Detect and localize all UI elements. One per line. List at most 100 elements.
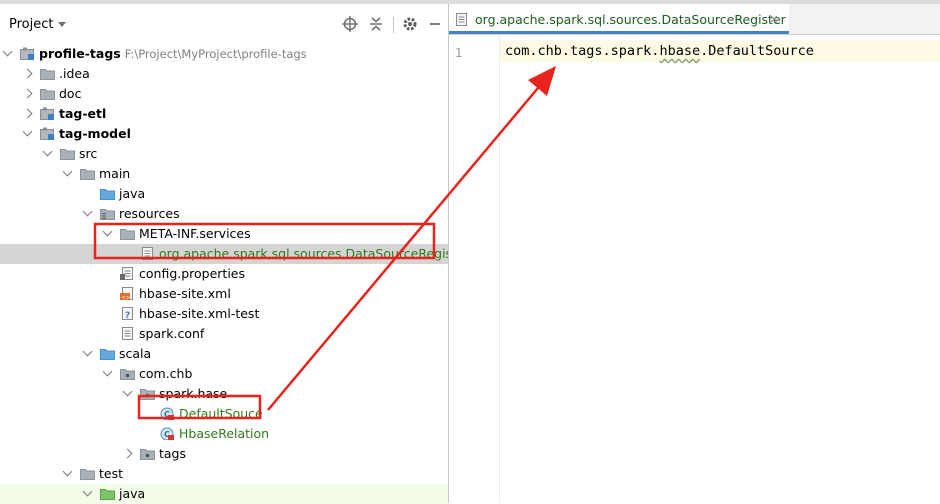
code-line[interactable]: com.chb.tags.spark.hbase.DefaultSource [505,43,814,59]
chevron-right-icon[interactable] [22,68,33,79]
folder-icon [120,229,135,240]
tree-item-label: DefaultSouce [179,406,263,421]
tree-row[interactable]: org.apache.spark.sql.sources.DataSourceR… [0,244,470,264]
text-file-icon [122,327,133,340]
tree-row[interactable]: spark.conf [0,324,448,344]
tree-row[interactable]: java [0,184,448,204]
tree-item-label: tags [159,446,186,461]
tree-item-text: doc [59,86,82,101]
tree-row[interactable]: doc [0,84,448,104]
tree-item-text: tags [159,446,187,461]
tree-item-label: resources [119,206,180,221]
tree-row[interactable]: META-INF.services [0,224,448,244]
chevron-down-icon[interactable] [82,346,93,357]
tree-row[interactable]: .idea [0,64,448,84]
tree-item-label: config.properties [139,266,245,281]
text-file-icon [142,247,153,260]
tree-row[interactable]: C HbaseRelation [0,424,448,444]
tree-item-text: HbaseRelation [179,426,270,441]
chevron-down-icon[interactable] [62,466,73,477]
folder-icon [80,169,95,180]
chevron-down-icon[interactable] [82,206,93,217]
module-icon [40,107,54,120]
chevron-down-icon[interactable] [22,126,33,137]
tree-item-label: java [119,486,145,501]
chevron-down-icon[interactable] [58,22,66,27]
tree-row[interactable]: <> hbase-site.xml [0,284,448,304]
tree-item-label: HbaseRelation [179,426,269,441]
package-icon [140,449,155,460]
hide-icon[interactable] [426,15,444,33]
code-text-post: .DefaultSource [700,43,814,59]
tree-row[interactable]: C DefaultSouce [0,404,448,424]
scala-class-icon: C [160,407,174,420]
chevron-down-icon[interactable] [42,146,53,157]
tree-item-text: tag-model [59,126,131,141]
module-icon [20,47,34,60]
module-icon [40,127,54,140]
tree-item-label: hbase-site.xml [139,286,231,301]
tree-item-label: META-INF.services [139,226,251,241]
tree-item-label: tag-etl [59,106,106,121]
package-icon [120,369,135,380]
editor-tab[interactable]: org.apache.spark.sql.sources.DataSourceR… [449,4,789,34]
folder-icon [40,69,55,80]
locate-icon[interactable] [341,15,359,33]
toolbar-separator [393,17,394,33]
chevron-down-icon[interactable] [82,486,93,497]
tree-item-text: src [79,146,98,161]
tree-item-text: java [119,186,146,201]
tree-item-label: org.apache.spark.sql.sources.DataSourceR… [159,246,470,261]
tree-row[interactable]: ? hbase-site.xml-test [0,304,448,324]
chevron-right-icon[interactable] [22,108,33,119]
chevron-down-icon[interactable] [2,46,13,57]
project-path: F:\Project\MyProject\profile-tags [124,47,307,61]
tree-item-label: .idea [59,66,90,81]
tree-row[interactable]: com.chb [0,364,448,384]
tree-row[interactable]: spark.hase [0,384,448,404]
tree-item-text: org.apache.spark.sql.sources.DataSourceR… [159,246,470,261]
collapse-icon[interactable] [367,15,385,33]
editor-tab-bar: org.apache.spark.sql.sources.DataSourceR… [449,4,940,35]
tree-row[interactable]: tags [0,444,448,464]
text-file-icon [456,13,467,26]
tree-item-text: hbase-site.xml [139,286,231,301]
chevron-right-icon[interactable] [22,88,33,99]
tree-row[interactable]: profile-tags F:\Project\MyProject\profile… [0,44,448,64]
project-panel: Project profile-tags F:\Project\MyProject… [0,4,470,504]
tree-item-text: profile-tags [39,46,121,61]
tree-row[interactable]: java [0,484,448,504]
project-title[interactable]: Project [9,17,53,32]
unknown-file-icon: ? [122,307,133,320]
tree-row[interactable]: tag-etl [0,104,448,124]
chevron-down-icon[interactable] [62,166,73,177]
test-source-folder-icon [100,489,115,500]
chevron-right-icon[interactable] [122,448,133,459]
chevron-down-icon[interactable] [122,386,133,397]
tree-item-text: config.properties [139,266,246,281]
code-text-typo: hbase [659,43,701,59]
tree-item-label: tag-model [59,126,131,141]
gear-icon[interactable] [401,15,419,33]
code-text-pre: com.chb.tags.spark. [505,43,660,59]
tree-row[interactable]: scala [0,344,448,364]
tree-row[interactable]: main [0,164,448,184]
editor-panel: org.apache.spark.sql.sources.DataSourceR… [449,4,940,503]
editor-tab-label: org.apache.spark.sql.sources.DataSourceR… [475,12,786,27]
tree-item-text: hbase-site.xml-test [139,306,260,321]
tree-item-text: main [99,166,131,181]
tree-row[interactable]: test [0,464,448,484]
tree-item-text: META-INF.services [139,226,251,241]
tree-item-text: resources [119,206,180,221]
tree-row[interactable]: tag-model [0,124,448,144]
tree-item-text: spark.hase [159,386,228,401]
chevron-down-icon[interactable] [102,366,113,377]
tree-item-label: spark.hase [159,386,227,401]
tree-row[interactable]: src [0,144,448,164]
tree-row[interactable]: config.properties [0,264,448,284]
tree-item-text: test [99,466,124,481]
chevron-down-icon[interactable] [102,226,113,237]
tree-row[interactable]: resources [0,204,448,224]
folder-icon [40,89,55,100]
close-icon[interactable]: × [769,12,779,26]
